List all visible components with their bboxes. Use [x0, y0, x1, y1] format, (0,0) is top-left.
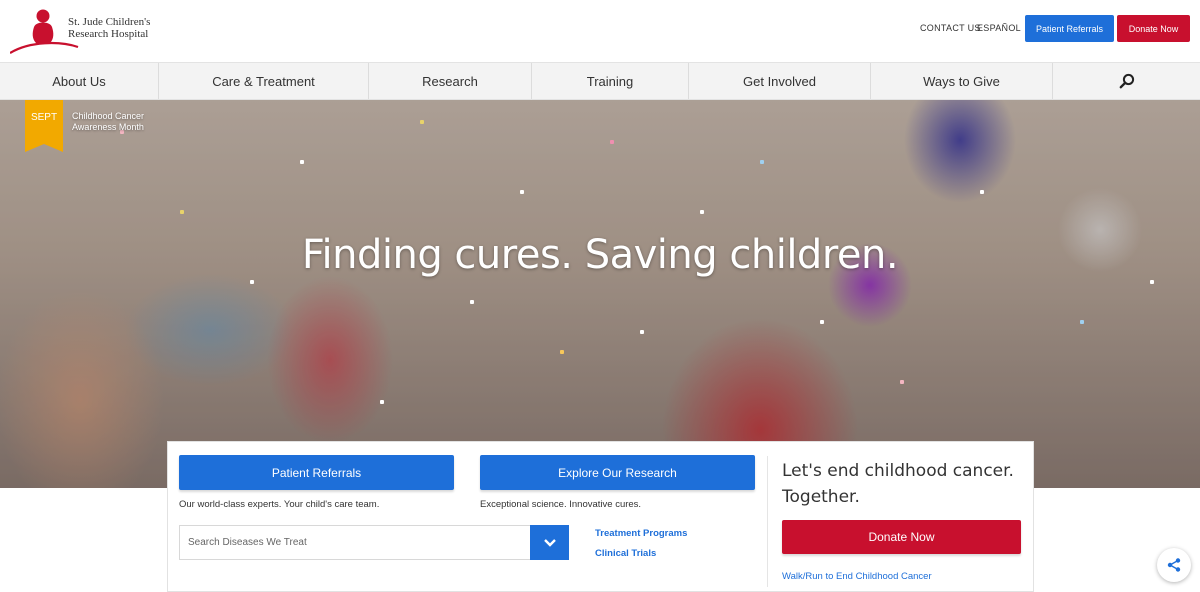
walk-run-link[interactable]: Walk/Run to End Childhood Cancer — [782, 571, 932, 582]
confetti — [820, 320, 824, 324]
confetti — [470, 300, 474, 304]
sept-badge[interactable]: SEPT — [25, 100, 63, 152]
confetti — [1080, 320, 1084, 324]
awareness-month-caption[interactable]: Childhood Cancer Awareness Month — [72, 111, 144, 133]
patient-referrals-description: Our world-class experts. Your child's ca… — [179, 499, 380, 510]
badge-label: SEPT — [30, 112, 58, 123]
explore-research-button[interactable]: Explore Our Research — [480, 455, 755, 490]
nav-about-us[interactable]: About Us — [0, 63, 159, 99]
confetti — [700, 210, 704, 214]
tagline-line-1: Let's end childhood cancer. — [782, 461, 1014, 481]
clinical-trials-link[interactable]: Clinical Trials — [595, 548, 656, 559]
caption-line-1: Childhood Cancer — [72, 111, 145, 121]
logo-wordmark: St. Jude Children's Research Hospital — [68, 16, 168, 40]
panel-divider — [767, 456, 768, 587]
confetti — [420, 120, 424, 124]
caption-line-2: Awareness Month — [72, 122, 144, 132]
espanol-link[interactable]: ESPAÑOL — [977, 23, 1021, 33]
confetti — [250, 280, 254, 284]
nav-care-treatment[interactable]: Care & Treatment — [159, 63, 369, 99]
disease-search-input[interactable] — [180, 526, 530, 559]
share-icon — [1167, 558, 1181, 572]
confetti — [900, 380, 904, 384]
main-nav: About Us Care & Treatment Research Train… — [0, 62, 1200, 100]
tagline-line-2: Together. — [782, 487, 860, 507]
share-button[interactable] — [1157, 548, 1191, 582]
donate-now-button[interactable]: Donate Now — [782, 520, 1021, 554]
confetti — [610, 140, 614, 144]
contact-us-link[interactable]: CONTACT US — [920, 23, 981, 33]
hero-title: Finding cures. Saving children. — [301, 232, 899, 278]
confetti — [980, 190, 984, 194]
nav-search-button[interactable] — [1053, 63, 1200, 99]
tagline: Let's end childhood cancer. Together. — [782, 458, 1022, 510]
chevron-down-icon — [543, 538, 556, 547]
search-icon — [1119, 73, 1134, 89]
header: St. Jude Children's Research Hospital CO… — [0, 0, 1200, 62]
st-jude-logo[interactable]: St. Jude Children's Research Hospital — [10, 7, 160, 54]
confetti — [180, 210, 184, 214]
treatment-programs-link[interactable]: Treatment Programs — [595, 528, 687, 539]
hero-banner: Finding cures. Saving children. — [0, 100, 1200, 488]
confetti — [300, 160, 304, 164]
patient-referrals-top-button[interactable]: Patient Referrals — [1025, 15, 1114, 42]
explore-research-description: Exceptional science. Innovative cures. — [480, 499, 642, 510]
donate-now-top-button[interactable]: Donate Now — [1117, 15, 1190, 42]
hero-overlay — [0, 100, 1200, 488]
confetti — [380, 400, 384, 404]
logo-line-1: St. Jude Children's — [68, 16, 151, 28]
confetti — [1150, 280, 1154, 284]
nav-research[interactable]: Research — [369, 63, 532, 99]
confetti — [560, 350, 564, 354]
disease-search-field[interactable] — [179, 525, 531, 560]
confetti — [760, 160, 764, 164]
confetti — [640, 330, 644, 334]
nav-get-involved[interactable]: Get Involved — [689, 63, 871, 99]
nav-ways-to-give[interactable]: Ways to Give — [871, 63, 1053, 99]
patient-referrals-button[interactable]: Patient Referrals — [179, 455, 454, 490]
nav-training[interactable]: Training — [532, 63, 689, 99]
logo-line-2: Research Hospital — [68, 28, 149, 40]
confetti — [520, 190, 524, 194]
disease-search-dropdown-button[interactable] — [530, 525, 569, 560]
